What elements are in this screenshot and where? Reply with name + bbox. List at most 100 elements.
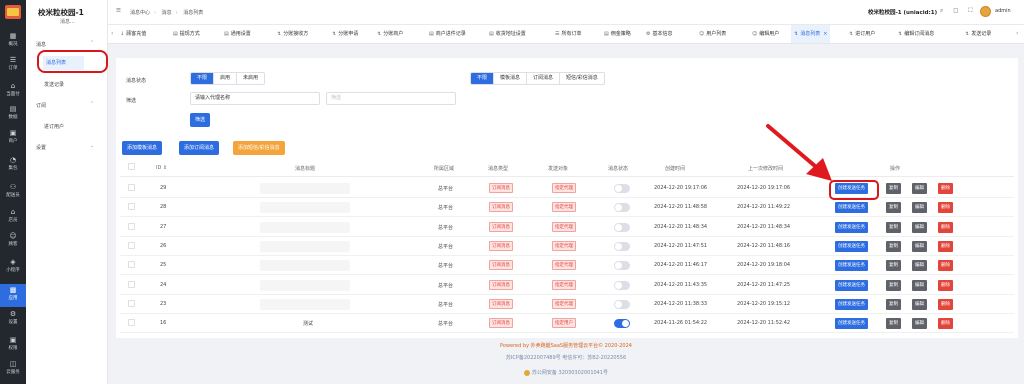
row-checkbox[interactable]: [128, 203, 135, 211]
tab-4[interactable]: ↯ 分账接收方: [274, 25, 311, 43]
copy-button[interactable]: 复制: [886, 318, 901, 330]
status-toggle[interactable]: [614, 319, 630, 329]
sidebar-group-subscribe[interactable]: 订阅: [36, 102, 46, 109]
sidebar-group-message[interactable]: 消息: [36, 41, 46, 48]
copy-button[interactable]: 复制: [886, 240, 901, 252]
secondary-filter-input[interactable]: 筛选: [326, 92, 456, 105]
tab-6[interactable]: ↯ 分账商户: [374, 25, 406, 43]
rail-item-data[interactable]: ▤ 数据: [0, 103, 26, 126]
sidebar-group-settings[interactable]: 设置: [36, 144, 46, 151]
delete-button[interactable]: 删除: [938, 221, 953, 233]
tab-13[interactable]: ☺ 编辑用户: [749, 25, 782, 43]
delete-button[interactable]: 删除: [938, 260, 953, 272]
avatar[interactable]: [980, 6, 991, 17]
copy-button[interactable]: 复制: [886, 279, 901, 291]
sidebar-item-send-record[interactable]: 发送记录: [44, 81, 64, 88]
chevron-up-icon[interactable]: ⌃: [90, 101, 94, 107]
rail-item-rider[interactable]: ◔ 集包: [0, 154, 26, 177]
row-checkbox[interactable]: [128, 319, 135, 327]
edit-button[interactable]: 编辑: [912, 240, 927, 252]
copy-button[interactable]: 复制: [886, 298, 901, 310]
rail-item-merchant[interactable]: ▣ 商户: [0, 127, 26, 150]
tab-17[interactable]: ↯ 发送记录: [962, 25, 994, 43]
footer-police[interactable]: 苏公网安备 32030302001041号: [108, 369, 1024, 376]
create-send-task-button[interactable]: 创建发送任务: [835, 240, 868, 252]
rail-item-cloud-print[interactable]: ◫ 云服务: [0, 358, 26, 381]
delete-button[interactable]: 删除: [938, 298, 953, 310]
rail-item-settings[interactable]: ⚙ 设置: [0, 308, 26, 331]
tab-10[interactable]: ▤ 佣金策略: [601, 25, 634, 43]
tab-2[interactable]: ▤ 提现方式: [170, 25, 203, 43]
breadcrumb-item[interactable]: 消息: [162, 10, 172, 16]
row-checkbox[interactable]: [128, 222, 135, 230]
status-option-enabled[interactable]: 启用: [214, 73, 238, 84]
chevron-left-icon[interactable]: ‹: [111, 30, 113, 37]
copy-button[interactable]: 复制: [886, 221, 901, 233]
type-option-template[interactable]: 模板消息: [494, 73, 528, 84]
tab-5[interactable]: ↯ 分账申请: [329, 25, 361, 43]
breadcrumb-item[interactable]: 消息中心: [130, 10, 150, 16]
rail-item-order[interactable]: ☰ 订单: [0, 54, 26, 77]
status-toggle[interactable]: [614, 299, 630, 309]
tab-14[interactable]: ↯ 消息列表 ×: [791, 25, 831, 43]
status-toggle[interactable]: [614, 222, 630, 232]
tab-12[interactable]: ☺ 用户列表: [696, 25, 729, 43]
row-checkbox[interactable]: [128, 280, 135, 288]
copy-button[interactable]: 复制: [886, 183, 901, 194]
status-toggle[interactable]: [614, 184, 630, 193]
delete-button[interactable]: 删除: [938, 318, 953, 330]
tab-1[interactable]: ↓ 顾客充值: [117, 25, 149, 43]
row-checkbox[interactable]: [128, 241, 135, 249]
rail-item-customer[interactable]: ☺ 顾客: [0, 230, 26, 253]
edit-button[interactable]: 编辑: [912, 260, 927, 272]
edit-button[interactable]: 编辑: [912, 221, 927, 233]
rail-item-shop[interactable]: ⌂ 店员: [0, 206, 26, 229]
rail-item-courier[interactable]: ⚇ 配送员: [0, 181, 26, 204]
row-checkbox[interactable]: [128, 261, 135, 269]
edit-button[interactable]: 编辑: [912, 318, 927, 330]
close-icon[interactable]: ×: [823, 31, 827, 37]
add-sms-message-button[interactable]: 添加短信/彩信消息: [233, 141, 285, 155]
type-option-all[interactable]: 不限: [471, 73, 495, 84]
footer-icp[interactable]: 苏ICP备2022007489号 电信许可：苏B2-20220556: [108, 354, 1024, 361]
status-toggle[interactable]: [614, 261, 630, 271]
edit-button[interactable]: 编辑: [912, 298, 927, 310]
create-send-task-button[interactable]: 创建发送任务: [835, 298, 868, 310]
tab-7[interactable]: ▤ 商户进件记录: [426, 25, 469, 43]
tab-15[interactable]: ↯ 进订用户: [846, 25, 878, 43]
type-option-sms[interactable]: 短信/彩信消息: [560, 73, 604, 84]
filter-button[interactable]: 筛选: [190, 113, 211, 127]
sidebar-item-subscribe-user[interactable]: 进订用户: [44, 123, 64, 130]
delete-button[interactable]: 删除: [938, 183, 953, 194]
add-template-message-button[interactable]: 添加模板消息: [122, 141, 163, 155]
chevron-up-icon[interactable]: ⌃: [90, 40, 94, 46]
create-send-task-button[interactable]: 创建发送任务: [835, 318, 868, 330]
rail-item-permission[interactable]: ▣ 权限: [0, 334, 26, 357]
header-id[interactable]: ID ⇕: [156, 165, 167, 171]
edit-button[interactable]: 编辑: [912, 202, 927, 214]
tab-11[interactable]: ⚙ 基本信息: [643, 25, 676, 43]
chevron-right-icon[interactable]: ›: [1016, 30, 1018, 37]
create-send-task-button[interactable]: 创建发送任务: [835, 202, 868, 214]
rail-item-miniprogram[interactable]: ◈ 小程序: [0, 256, 26, 279]
row-checkbox[interactable]: [128, 184, 135, 191]
rail-item-overview[interactable]: ▦ 概况: [0, 30, 26, 53]
chevron-down-icon[interactable]: ⌄: [90, 143, 94, 149]
delete-button[interactable]: 删除: [938, 240, 953, 252]
create-send-task-button[interactable]: 创建发送任务: [835, 279, 868, 291]
tab-9[interactable]: ☰ 所有订单: [552, 25, 585, 43]
add-subscribe-message-button[interactable]: 添加订阅消息: [179, 141, 220, 155]
tab-16[interactable]: ↯ 编辑订阅消息: [895, 25, 937, 43]
status-toggle[interactable]: [614, 203, 630, 213]
status-option-all[interactable]: 不限: [191, 73, 215, 84]
type-option-subscribe[interactable]: 订阅消息: [527, 73, 561, 84]
delete-button[interactable]: 删除: [938, 279, 953, 291]
rail-item-storefront[interactable]: ⌂ 当面付: [0, 80, 26, 103]
copy-button[interactable]: 复制: [886, 202, 901, 214]
select-all-checkbox[interactable]: [128, 163, 135, 170]
edit-button[interactable]: 编辑: [912, 279, 927, 291]
username[interactable]: admin: [995, 8, 1011, 14]
edit-button[interactable]: 编辑: [912, 183, 927, 194]
status-option-disabled[interactable]: 未启用: [237, 73, 264, 84]
copy-button[interactable]: 复制: [886, 260, 901, 272]
